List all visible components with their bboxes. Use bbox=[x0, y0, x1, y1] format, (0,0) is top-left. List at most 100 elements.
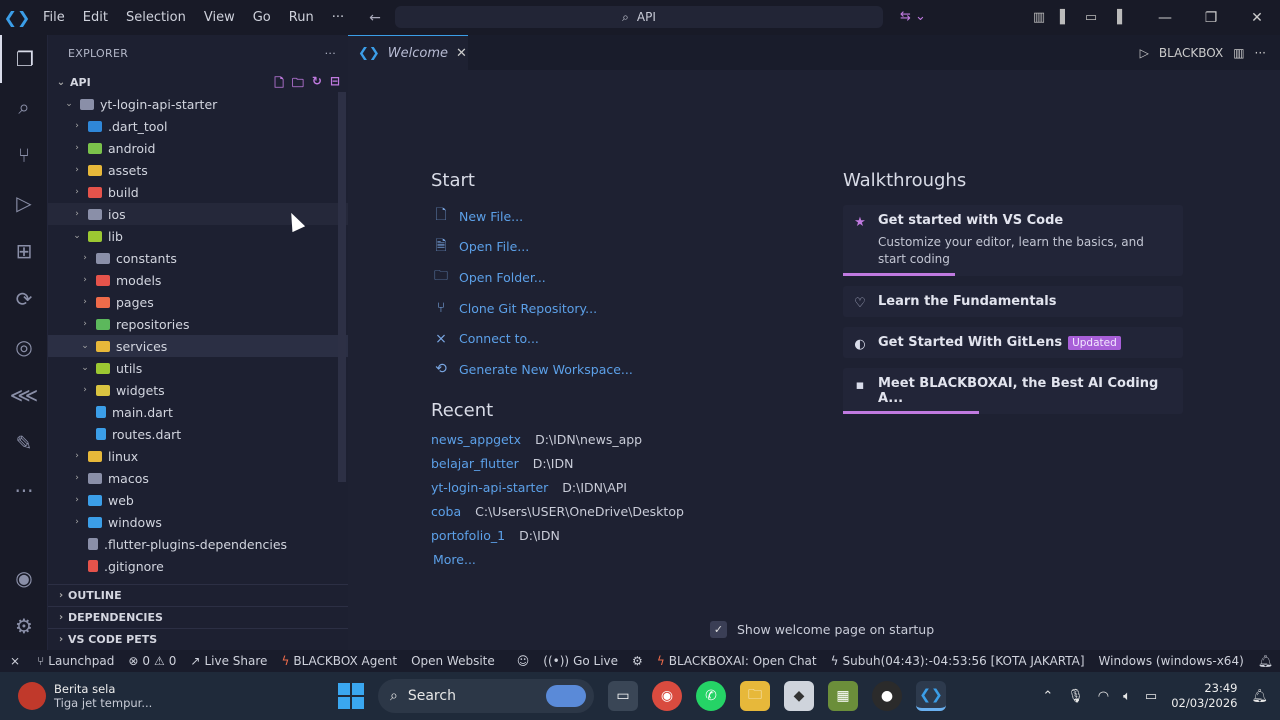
tree-item[interactable]: › widgets bbox=[48, 379, 348, 401]
search-icon[interactable]: ⌕ bbox=[0, 83, 48, 131]
tree-item[interactable]: › assets bbox=[48, 159, 348, 181]
problems-item[interactable]: ⊗ 0 ⚠ 0 bbox=[121, 654, 183, 668]
chrome-icon[interactable]: ◉ bbox=[652, 681, 682, 711]
tray-chevron-icon[interactable]: ⌃ bbox=[1042, 689, 1053, 704]
menu-more[interactable]: ··· bbox=[323, 0, 353, 35]
outline-section[interactable]: › OUTLINE bbox=[48, 584, 348, 606]
sidebar-scrollbar[interactable] bbox=[338, 92, 346, 482]
tree-item[interactable]: ⌄ yt-login-api-starter bbox=[48, 93, 348, 115]
taskbar-search[interactable]: ⌕ Search bbox=[378, 679, 594, 713]
news-widget[interactable]: Berita sela Tiga jet tempur... bbox=[0, 682, 330, 710]
tree-item[interactable]: .flutter-plugins-dependencies bbox=[48, 533, 348, 555]
walkthrough-card[interactable]: ♡ Learn the Fundamentals bbox=[843, 286, 1183, 317]
start-link[interactable]: 🗀 Open Folder... bbox=[431, 262, 811, 293]
blackbox-agent-item[interactable]: ϟ BLACKBOX Agent bbox=[274, 654, 404, 668]
restore-icon[interactable]: ❐ bbox=[1188, 10, 1234, 26]
command-center[interactable]: ⌕ API bbox=[395, 6, 883, 28]
recent-item-name[interactable]: portofolio_1 bbox=[431, 528, 505, 543]
tree-item[interactable]: .gitignore bbox=[48, 555, 348, 577]
account-icon[interactable]: ◉ bbox=[0, 554, 48, 602]
explorer-more-icon[interactable]: ··· bbox=[325, 47, 336, 60]
remote-explorer-icon[interactable]: ⟳ bbox=[0, 275, 48, 323]
recent-item[interactable]: belajar_flutter D:\IDN bbox=[431, 451, 831, 475]
workspace-section-header[interactable]: ⌄ API 🗋 🗀 ↻ ⊟ bbox=[48, 71, 348, 93]
vscode-taskbar-icon[interactable]: ❮❯ bbox=[916, 681, 946, 711]
close-tab-icon[interactable]: ✕ bbox=[456, 46, 467, 61]
toggle-panel-icon[interactable]: ▭ bbox=[1078, 10, 1104, 25]
obs-icon[interactable]: ● bbox=[872, 681, 902, 711]
recent-item[interactable]: news_appgetx D:\IDN\news_app bbox=[431, 427, 831, 451]
edit-icon[interactable]: ✎ bbox=[0, 419, 48, 467]
file-explorer-icon[interactable]: 🗀 bbox=[740, 681, 770, 711]
recent-item[interactable]: yt-login-api-starter D:\IDN\API bbox=[431, 475, 831, 499]
new-folder-icon[interactable]: 🗀 bbox=[292, 74, 304, 95]
go-live-item[interactable]: ((•)) Go Live bbox=[536, 654, 625, 668]
recent-item[interactable]: coba C:\Users\USER\OneDrive\Desktop bbox=[431, 499, 831, 523]
gitlens-icon[interactable]: ◎ bbox=[0, 323, 48, 371]
whatsapp-icon[interactable]: ✆ bbox=[696, 681, 726, 711]
tree-item[interactable]: › build bbox=[48, 181, 348, 203]
wifi-icon[interactable]: ◠ bbox=[1098, 689, 1109, 704]
blackbox-label[interactable]: BLACKBOX bbox=[1159, 46, 1223, 60]
start-link[interactable]: ⑂ Clone Git Repository... bbox=[431, 293, 811, 324]
start-link[interactable]: 🗋 New File... bbox=[431, 201, 811, 232]
live-share-item[interactable]: ↗ Live Share bbox=[183, 654, 274, 668]
start-link[interactable]: ⟲ Generate New Workspace... bbox=[431, 354, 811, 385]
remote-indicator-icon[interactable]: ⨯ bbox=[0, 654, 30, 668]
walkthrough-card[interactable]: ★ Get started with VS Code Customize your … bbox=[843, 205, 1183, 276]
tree-item[interactable]: › web bbox=[48, 489, 348, 511]
open-website-item[interactable]: Open Website bbox=[404, 654, 502, 668]
startup-checkbox[interactable]: ✓ bbox=[710, 621, 727, 638]
menu-view[interactable]: View bbox=[195, 0, 244, 35]
extensions-icon[interactable]: ⊞ bbox=[0, 227, 48, 275]
minecraft-icon[interactable]: ▦ bbox=[828, 681, 858, 711]
toggle-secondary-sidebar-icon[interactable]: ▐ bbox=[1104, 10, 1130, 25]
recent-item-name[interactable]: belajar_flutter bbox=[431, 456, 519, 471]
sync-icon[interactable]: ⚙ bbox=[625, 654, 650, 668]
dependencies-section[interactable]: › DEPENDENCIES bbox=[48, 606, 348, 628]
task-view-icon[interactable]: ▭ bbox=[608, 681, 638, 711]
toggle-sidebar-icon[interactable]: ▌ bbox=[1052, 10, 1078, 25]
flutter-icon[interactable]: ⋘ bbox=[0, 371, 48, 419]
copilot-status-icon[interactable]: ☺ bbox=[510, 654, 537, 668]
menu-selection[interactable]: Selection bbox=[117, 0, 195, 35]
windows-start-icon[interactable] bbox=[338, 683, 364, 709]
platform-item[interactable]: Windows (windows-x64) bbox=[1092, 654, 1251, 668]
walkthrough-card[interactable]: ◐ Get Started With GitLens Updated bbox=[843, 327, 1183, 358]
tree-item[interactable]: ⌄ utils bbox=[48, 357, 348, 379]
start-link[interactable]: ⨯ Connect to... bbox=[431, 323, 811, 354]
more-icon[interactable]: ··· bbox=[0, 467, 48, 515]
battery-icon[interactable]: ▭ bbox=[1145, 689, 1157, 704]
tree-item[interactable]: › pages bbox=[48, 291, 348, 313]
tree-item[interactable]: main.dart bbox=[48, 401, 348, 423]
tree-item[interactable]: › android bbox=[48, 137, 348, 159]
refresh-icon[interactable]: ↻ bbox=[312, 74, 322, 95]
notifications-bell-icon[interactable]: 🔔︎ bbox=[1251, 654, 1280, 668]
recent-more-link[interactable]: More... bbox=[431, 547, 831, 571]
recent-item-name[interactable]: coba bbox=[431, 504, 461, 519]
tree-item[interactable]: › repositories bbox=[48, 313, 348, 335]
volume-icon[interactable]: 🔈︎ bbox=[1123, 689, 1131, 704]
menu-file[interactable]: File bbox=[34, 0, 74, 35]
blackbox-chat-item[interactable]: ϟ BLACKBOXAI: Open Chat bbox=[650, 654, 824, 668]
minimize-icon[interactable]: — bbox=[1142, 10, 1188, 26]
tab-welcome[interactable]: ❮❯ Welcome ✕ bbox=[348, 35, 468, 70]
split-editor-icon[interactable]: ▥ bbox=[1233, 46, 1244, 60]
tree-item[interactable]: ⌄ lib bbox=[48, 225, 348, 247]
tree-item[interactable]: › macos bbox=[48, 467, 348, 489]
explorer-icon[interactable]: ❐ bbox=[0, 35, 48, 83]
run-debug-icon[interactable]: ▷ bbox=[0, 179, 48, 227]
tree-item[interactable]: › constants bbox=[48, 247, 348, 269]
menu-edit[interactable]: Edit bbox=[74, 0, 117, 35]
close-window-icon[interactable]: ✕ bbox=[1234, 10, 1280, 26]
start-link[interactable]: 🗎 Open File... bbox=[431, 232, 811, 263]
layout-icon[interactable]: ▥ bbox=[1026, 10, 1052, 25]
run-icon[interactable]: ▷ bbox=[1140, 46, 1149, 60]
clock[interactable]: 23:49 02/03/2026 bbox=[1171, 681, 1237, 711]
menu-run[interactable]: Run bbox=[280, 0, 323, 35]
editor-more-icon[interactable]: ··· bbox=[1255, 46, 1266, 60]
tree-item[interactable]: › models bbox=[48, 269, 348, 291]
back-arrow-icon[interactable]: ← bbox=[369, 10, 381, 26]
source-control-icon[interactable]: ⑂ bbox=[0, 131, 48, 179]
walkthrough-card[interactable]: ▪ Meet BLACKBOXAI, the Best AI Coding A..… bbox=[843, 368, 1183, 414]
